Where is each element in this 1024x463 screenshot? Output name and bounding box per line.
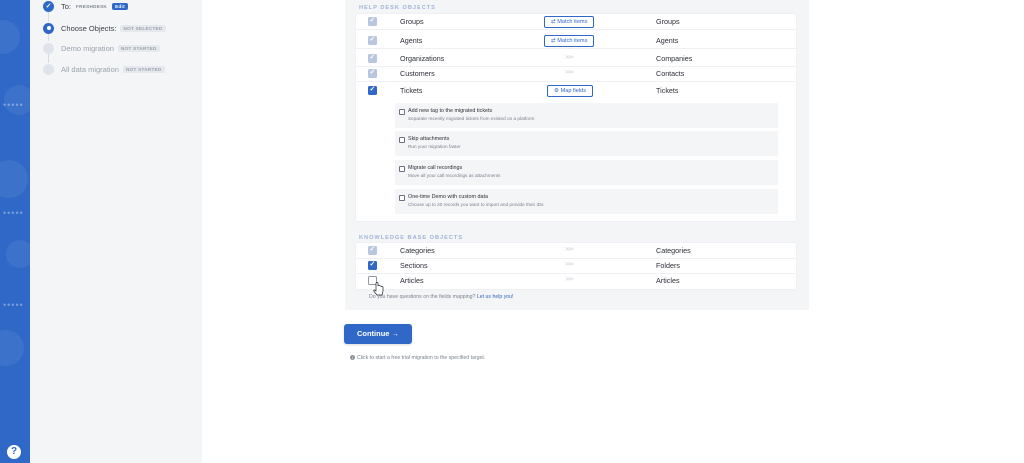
ticket-option-call-recordings: Migrate call recordings Move all your ca… [395,160,778,185]
option-description: Move all your call recordings as attachm… [408,173,501,178]
object-row-customers: Customers >>> Contacts [356,66,796,82]
option-description: Run your migration faster [408,144,461,149]
option-checkbox[interactable] [399,109,405,115]
object-checkbox[interactable] [368,245,377,255]
option-title: One-time Demo with custom data [408,194,488,200]
option-checkbox[interactable] [399,166,405,172]
step-target[interactable]: To: FRESHDESK Edit [43,0,128,12]
mapping-arrows-icon: >>> [565,55,573,61]
object-checkbox[interactable] [368,16,377,26]
object-checkbox[interactable] [368,53,377,63]
object-checkbox[interactable] [368,85,377,95]
option-description: Separate recently migrated tickets from … [408,116,535,121]
target-object: Folders [656,261,680,270]
mouse-cursor-icon [373,282,384,296]
target-object: Groups [656,17,680,26]
rail-decoration [0,330,24,366]
option-title: Migrate call recordings [408,165,463,171]
step-label: All data migration [61,64,119,74]
step-label: To: [61,1,72,11]
option-description: Choose up to 20 records you want to impo… [408,202,544,207]
match-items-button[interactable]: ⇄ Match items [544,35,595,47]
status-badge: NOT STARTED [122,65,165,73]
target-platform-badge: FRESHDESK [76,3,108,9]
mapping-arrows-icon: >>> [565,262,573,268]
step-full-migration[interactable]: All data migration NOT STARTED [43,63,165,75]
step-choose-objects[interactable]: Choose Objects: NOT SELECTED [43,22,166,34]
source-object: Articles [400,276,424,285]
step-demo-migration[interactable]: Demo migration NOT STARTED [43,42,160,54]
migration-wizard: ••••• ••••• ••••• ? To: FRESHDESK Edit C… [0,0,1024,463]
object-row-tickets: Tickets ⚙ Map fields Tickets [356,83,796,99]
fields-mapping-hint: Do you have questions on the fields mapp… [369,294,514,300]
step-pending-icon [43,63,54,75]
map-fields-button[interactable]: ⚙ Map fields [547,85,594,97]
step-current-icon [43,22,54,34]
source-object: Tickets [400,86,423,95]
continue-button[interactable]: Continue → [344,324,412,344]
option-title: Add new tag to the migrated tickets [408,108,493,114]
knowledge-base-objects-card: Categories >>> Categories Sections >>> F… [356,243,796,289]
source-object: Agents [400,36,423,45]
source-object: Organizations [400,54,445,63]
steps-panel: To: FRESHDESK Edit Choose Objects: NOT S… [30,0,202,463]
left-rail: ••••• ••••• ••••• ? [0,0,30,463]
mapping-arrows-icon: >>> [565,277,573,283]
option-checkbox[interactable] [399,137,405,143]
ticket-option-skip-attachments: Skip attachments Run your migration fast… [395,131,778,156]
target-object: Companies [656,54,693,63]
rail-dots: ••••• [3,208,24,218]
step-label: Choose Objects: [61,23,117,33]
object-checkbox[interactable] [368,68,377,78]
object-row-sections: Sections >>> Folders [356,258,796,274]
help-link[interactable]: Let us help you! [477,294,514,300]
object-row-articles: Articles >>> Articles [356,273,796,289]
mapping-arrows-icon: >>> [565,247,573,253]
rail-decoration [0,20,20,54]
rail-decoration [0,160,28,198]
help-desk-objects-card: Groups ⇄ Match items Groups Agents ⇄ Mat… [356,14,796,221]
step-done-icon [43,0,54,12]
help-icon[interactable]: ? [7,445,21,459]
target-object: Articles [656,276,680,285]
step-connector [48,33,49,41]
object-row-organizations: Organizations >>> Companies [356,51,796,67]
target-object: Categories [656,246,691,255]
edit-target-button[interactable]: Edit [112,2,128,10]
mapping-arrows-icon: >>> [565,70,573,76]
ticket-option-custom-demo: One-time Demo with custom data Choose up… [395,189,778,214]
step-connector [48,12,49,22]
knowledge-base-section-title: KNOWLEDGE BASE OBJECTS [359,235,464,241]
source-object: Groups [400,17,424,26]
rail-dots: ••••• [3,300,24,310]
object-checkbox[interactable] [368,260,377,270]
source-object: Customers [400,69,435,78]
step-label: Demo migration [61,43,114,53]
footer-note-text: Click to start a free trial migration to… [357,355,486,361]
target-object: Contacts [656,69,685,78]
object-row-agents: Agents ⇄ Match items Agents [356,33,796,49]
match-items-button[interactable]: ⇄ Match items [544,16,595,28]
help-desk-section-title: HELP DESK OBJECTS [359,5,436,11]
step-pending-icon [43,42,54,54]
status-badge: NOT STARTED [117,44,160,52]
option-checkbox[interactable] [399,195,405,201]
source-object: Sections [400,261,428,270]
source-object: Categories [400,246,435,255]
target-object: Tickets [656,86,679,95]
rail-dots: ••••• [3,100,24,110]
footer-note: i Click to start a free trial migration t… [350,355,485,361]
target-object: Agents [656,36,679,45]
rail-decoration [6,240,30,268]
info-icon: i [350,355,355,361]
option-title: Skip attachments [408,136,450,142]
ticket-option-add-tag: Add new tag to the migrated tickets Sepa… [395,103,778,128]
status-badge: NOT SELECTED [120,24,166,32]
object-checkbox[interactable] [368,35,377,45]
object-row-categories: Categories >>> Categories [356,243,796,259]
object-row-groups: Groups ⇄ Match items Groups [356,14,796,30]
